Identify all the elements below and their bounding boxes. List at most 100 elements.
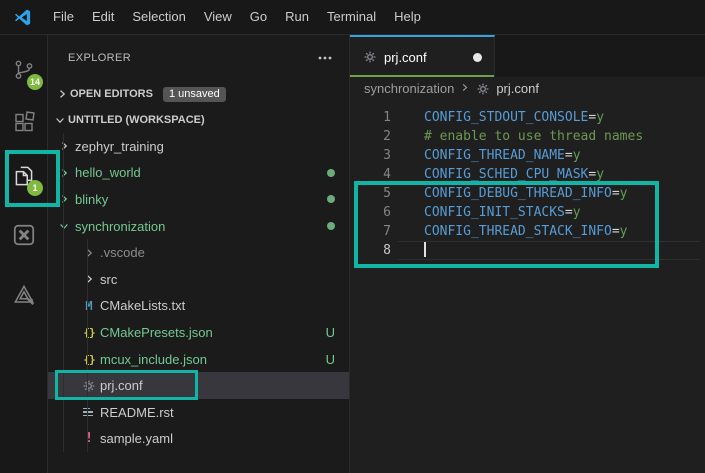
menu-terminal[interactable]: Terminal (318, 0, 385, 34)
tree-item-mcux-include-json[interactable]: {} mcux_include.json U (48, 346, 349, 373)
code-line[interactable]: 8 (350, 241, 705, 260)
open-editors-section[interactable]: OPEN EDITORS 1 unsaved (48, 81, 349, 107)
tab-bar: prj.conf (350, 35, 705, 77)
chevron-right-icon (56, 165, 72, 181)
breadcrumb: synchronization prj.conf (350, 77, 705, 100)
code-token: = (611, 224, 620, 239)
code-token: = (611, 186, 620, 201)
code-token: # enable to use thread names (424, 129, 644, 144)
git-status-badge: U (325, 351, 335, 367)
tree-item--vscode[interactable]: .vscode (48, 239, 349, 266)
code-line[interactable]: 2 # enable to use thread names (350, 127, 705, 146)
chevron-right-icon (54, 86, 70, 102)
json-file-icon: {} (83, 352, 95, 366)
titlebar: File Edit Selection View Go Run Terminal Help (0, 0, 705, 35)
current-line-highlight (398, 241, 700, 260)
gear-icon (362, 49, 378, 65)
tab-label: prj.conf (384, 49, 427, 65)
line-number: 8 (383, 243, 391, 258)
chevron-right-icon (81, 271, 97, 287)
vscode-logo-icon (0, 8, 44, 27)
modified-dot-badge (327, 195, 335, 204)
line-number: 6 (383, 205, 391, 220)
chevron-right-icon (459, 81, 470, 96)
gear-file-icon (81, 378, 97, 394)
modified-dot-badge (327, 168, 335, 177)
code-token: = (564, 205, 573, 220)
editor-group: prj.conf synchronization prj.conf 1 CONF… (349, 35, 705, 473)
tab-prj-conf[interactable]: prj.conf (350, 35, 495, 77)
indent-guide (63, 133, 64, 452)
code-line[interactable]: 3 CONFIG_THREAD_NAME=y (350, 146, 705, 165)
unsaved-dot-icon[interactable] (473, 52, 482, 62)
tree-item-readme-rst[interactable]: README.rst (48, 399, 349, 426)
tree-item-hello-world[interactable]: hello_world (48, 160, 349, 187)
code-line[interactable]: 1 CONFIG_STDOUT_CONSOLE=y (350, 108, 705, 127)
code-token: CONFIG_SCHED_CPU_MASK (424, 167, 589, 182)
menu-go[interactable]: Go (241, 0, 276, 34)
code-line[interactable]: 7 CONFIG_THREAD_STACK_INFO=y (350, 222, 705, 241)
tree-item-synchronization[interactable]: synchronization (48, 213, 349, 240)
indent-guide (87, 239, 88, 452)
tree-item-blinky[interactable]: blinky (48, 186, 349, 213)
menu-run[interactable]: Run (276, 0, 318, 34)
code-token: CONFIG_STDOUT_CONSOLE (424, 110, 589, 125)
source-control-icon[interactable]: 14 (0, 50, 47, 90)
menu-view[interactable]: View (195, 0, 241, 34)
tree-item-prj-conf[interactable]: prj.conf (48, 372, 349, 399)
more-actions-icon[interactable] (317, 50, 333, 66)
tree-item-cmakepresets-json[interactable]: {} CMakePresets.json U (48, 319, 349, 346)
code-token: CONFIG_DEBUG_THREAD_INFO (424, 186, 612, 201)
tree-item-sample-yaml[interactable]: ! sample.yaml (48, 426, 349, 453)
code-token: y (572, 148, 581, 163)
scm-changes-badge: 14 (27, 74, 43, 90)
menu-file[interactable]: File (44, 0, 83, 34)
line-number: 7 (383, 224, 391, 239)
yaml-file-icon: ! (85, 431, 93, 447)
cmake-file-icon: M (85, 298, 93, 313)
menu-edit[interactable]: Edit (83, 0, 123, 34)
code-editor[interactable]: 1 CONFIG_STDOUT_CONSOLE=y 2 # enable to … (350, 100, 705, 260)
extensions-icon[interactable] (0, 102, 47, 142)
code-token: y (619, 186, 628, 201)
code-token: = (564, 148, 573, 163)
code-token: y (596, 110, 605, 125)
mcuxpresso-icon[interactable] (0, 275, 47, 315)
breadcrumb-file[interactable]: prj.conf (496, 81, 539, 96)
activity-bar: 14 1 (0, 35, 48, 473)
line-number: 3 (383, 148, 391, 163)
code-token: CONFIG_THREAD_NAME (424, 148, 565, 163)
explorer-icon[interactable]: 1 (0, 156, 47, 196)
sidebar-explorer: EXPLORER OPEN EDITORS 1 unsaved UNTITLED… (48, 35, 349, 473)
code-line[interactable]: 4 CONFIG_SCHED_CPU_MASK=y (350, 165, 705, 184)
git-status-badge: U (325, 324, 335, 340)
code-line[interactable]: 6 CONFIG_INIT_STACKS=y (350, 203, 705, 222)
tree-item-src[interactable]: src (48, 266, 349, 293)
line-number: 2 (383, 129, 391, 144)
menu-help[interactable]: Help (385, 0, 430, 34)
menu-bar: File Edit Selection View Go Run Terminal Help (44, 0, 430, 34)
chevron-down-icon (52, 112, 68, 128)
line-number: 1 (383, 110, 391, 125)
tree-item-cmakelists-txt[interactable]: M CMakeLists.txt (48, 293, 349, 320)
workspace-section[interactable]: UNTITLED (WORKSPACE) (48, 107, 349, 133)
line-number: 5 (383, 186, 391, 201)
code-line[interactable]: 5 CONFIG_DEBUG_THREAD_INFO=y (350, 184, 705, 203)
code-token: y (619, 224, 628, 239)
chevron-down-icon (56, 218, 72, 234)
workspace-label: UNTITLED (WORKSPACE) (68, 114, 205, 126)
breadcrumb-folder[interactable]: synchronization (364, 81, 454, 96)
code-token: CONFIG_THREAD_STACK_INFO (424, 224, 612, 239)
chevron-right-icon (56, 191, 72, 207)
unsaved-count-badge: 1 unsaved (162, 86, 226, 102)
x-extension-icon[interactable] (0, 215, 47, 255)
text-cursor (424, 242, 426, 257)
tree-item-zephyr-training[interactable]: zephyr_training (48, 133, 349, 160)
code-token: y (572, 205, 581, 220)
sidebar-title: EXPLORER (68, 52, 132, 64)
chevron-right-icon (56, 138, 72, 154)
code-token: y (596, 167, 605, 182)
sidebar-header: EXPLORER (48, 35, 349, 81)
explorer-changes-badge: 1 (27, 180, 43, 196)
menu-selection[interactable]: Selection (123, 0, 194, 34)
